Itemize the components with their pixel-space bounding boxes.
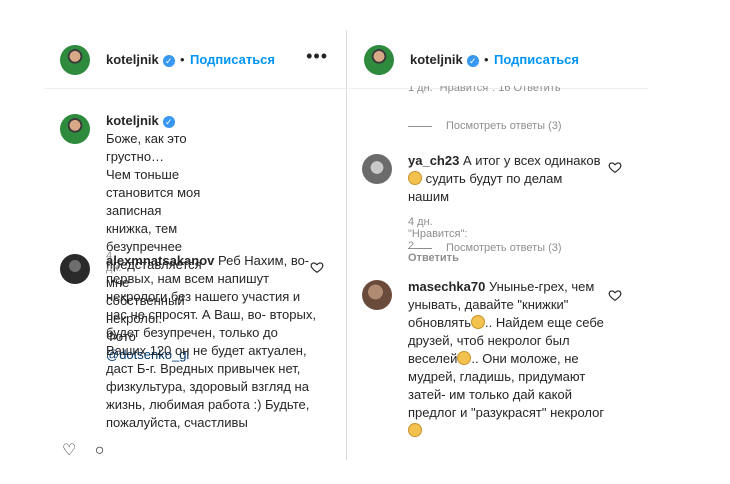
right-post-panel: koteljnik ✓ • Подписаться 1 дн. "Нравится…: [348, 30, 648, 450]
comment-text: masechka70 Уныньe-грех, чем унывать, дав…: [408, 278, 618, 440]
sad-face-emoji-icon: [408, 171, 422, 185]
divider: [408, 125, 432, 127]
avatar[interactable]: [364, 45, 394, 75]
like-heart-icon[interactable]: [608, 160, 622, 174]
follow-button[interactable]: Подписаться: [494, 52, 579, 67]
comment-icon[interactable]: ○: [95, 442, 105, 459]
separator-dot: •: [180, 52, 185, 67]
comment-text: ya_ch23 А итог у всех одинаков судить бу…: [408, 153, 601, 204]
like-heart-icon[interactable]: [608, 288, 622, 302]
left-post-panel: koteljnik ✓ • Подписаться ••• koteljnik ✓ …: [44, 30, 347, 460]
post-header: koteljnik ✓ • Подписаться •••: [44, 30, 346, 89]
action-bar: ♡ ○: [62, 440, 104, 460]
emoji-icon: [471, 315, 486, 329]
caption-username[interactable]: koteljnik: [106, 113, 159, 128]
view-replies-button[interactable]: Посмотреть ответы (3): [408, 120, 562, 132]
separator-dot: •: [484, 52, 489, 67]
verified-icon: ✓: [162, 54, 175, 67]
username-link[interactable]: koteljnik ✓: [106, 52, 175, 67]
username-link[interactable]: koteljnik ✓: [410, 52, 479, 67]
verified-icon: ✓: [466, 54, 479, 67]
verified-icon: ✓: [162, 115, 175, 128]
comment-username[interactable]: alexmnatsakanov: [106, 253, 214, 268]
view-replies-button[interactable]: Посмотреть ответы (3): [408, 242, 562, 254]
partial-comment-meta: 1 дн. "Нравится": 16 Ответить: [408, 86, 561, 94]
comment-time[interactable]: 4 дн.: [408, 216, 433, 228]
avatar[interactable]: [60, 45, 90, 75]
comment-username[interactable]: masechka70: [408, 279, 485, 294]
grinning-emoji-icon: [408, 423, 422, 437]
post-header: koteljnik ✓ • Подписаться: [348, 30, 648, 89]
avatar[interactable]: [362, 280, 392, 310]
comment-text: alexmnatsakanov Реб Нахим, во- первых, н…: [106, 253, 316, 430]
avatar[interactable]: [362, 154, 392, 184]
like-heart-icon[interactable]: [310, 260, 324, 274]
avatar[interactable]: [60, 254, 90, 284]
divider: [408, 247, 432, 249]
follow-button[interactable]: Подписаться: [190, 52, 275, 67]
comment-meta: 4 дн. "Нравится": 2 Ответить: [408, 216, 471, 264]
comment-username[interactable]: ya_ch23: [408, 153, 459, 168]
like-icon[interactable]: ♡: [62, 442, 76, 459]
laughing-emoji-icon: [457, 351, 472, 365]
more-options-icon[interactable]: •••: [306, 46, 328, 67]
avatar[interactable]: [60, 114, 90, 144]
